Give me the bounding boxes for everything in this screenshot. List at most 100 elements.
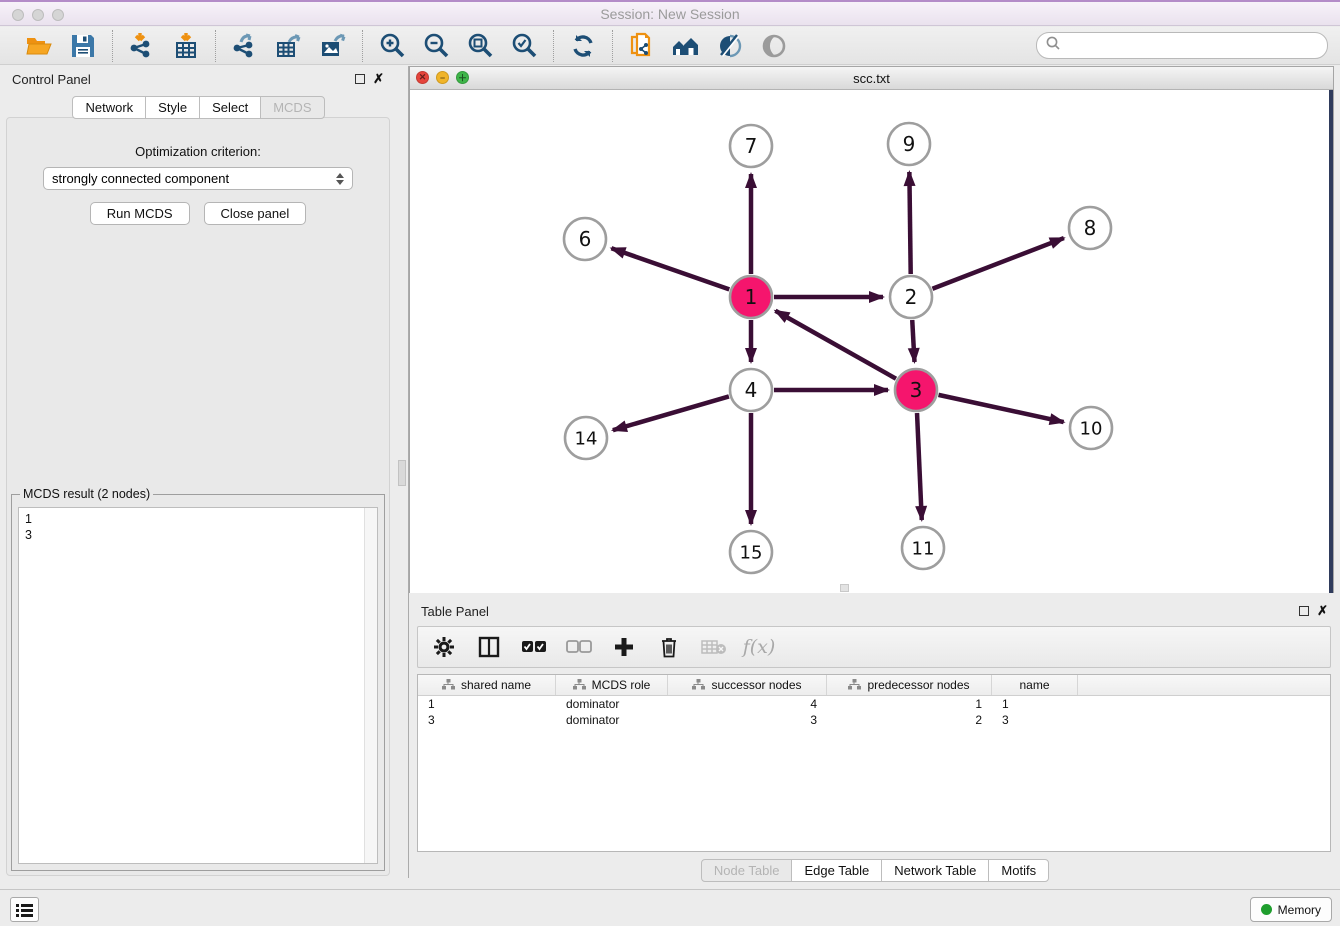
import-table-icon[interactable] (171, 31, 201, 61)
run-mcds-button[interactable]: Run MCDS (90, 202, 190, 225)
float-table-panel-icon[interactable] (1299, 606, 1309, 616)
network-canvas[interactable]: 7 9 6 8 1 2 4 3 14 10 15 11 (410, 90, 1333, 593)
node-7[interactable]: 7 (730, 125, 772, 167)
criterion-dropdown[interactable]: strongly connected component (43, 167, 353, 190)
network-overview-icon[interactable] (671, 31, 701, 61)
open-folder-icon[interactable] (24, 31, 54, 61)
tab-style[interactable]: Style (145, 96, 200, 119)
edge-3-10[interactable] (938, 395, 1063, 422)
node-3[interactable]: 3 (895, 369, 937, 411)
panel-splitter[interactable] (396, 66, 409, 878)
split-panel-icon[interactable] (475, 633, 503, 661)
edge-2-3[interactable] (912, 320, 914, 362)
table-panel: Table Panel ✗ f(x) share (409, 595, 1340, 888)
task-history-button[interactable] (10, 897, 39, 922)
resize-grip[interactable] (840, 584, 849, 592)
result-scrollbar[interactable] (364, 508, 377, 863)
tab-edge-table[interactable]: Edge Table (791, 859, 882, 882)
duplicate-network-icon[interactable] (627, 31, 657, 61)
splitter-grip[interactable] (398, 460, 406, 486)
memory-button[interactable]: Memory (1250, 897, 1332, 922)
cell-name[interactable]: 1 (992, 696, 1078, 712)
maximize-network-icon[interactable]: ＋ (456, 71, 469, 84)
edge-2-8[interactable] (932, 238, 1063, 289)
import-network-icon[interactable] (127, 31, 157, 61)
deselect-all-icon[interactable] (565, 633, 593, 661)
column-header-MCDS-role[interactable]: MCDS role (556, 675, 668, 695)
node-10[interactable]: 10 (1070, 407, 1112, 449)
gear-icon[interactable] (430, 633, 458, 661)
node-6[interactable]: 6 (564, 218, 606, 260)
eye-icon[interactable] (759, 31, 789, 61)
float-panel-icon[interactable] (355, 74, 365, 84)
tab-mcds[interactable]: MCDS (260, 96, 324, 119)
network-scrollbar[interactable] (1329, 90, 1333, 593)
hide-panel-icon[interactable] (715, 31, 745, 61)
column-type-icon (692, 679, 705, 691)
search-box[interactable] (1036, 32, 1328, 59)
function-builder-icon[interactable]: f(x) (745, 633, 773, 661)
node-1[interactable]: 1 (730, 276, 772, 318)
node-4[interactable]: 4 (730, 369, 772, 411)
cell-MCDS-role[interactable]: dominator (556, 712, 668, 728)
network-window-titlebar[interactable]: ✕ − ＋ scc.txt (410, 67, 1333, 90)
close-panel-icon[interactable]: ✗ (373, 74, 384, 84)
minimize-window-icon[interactable] (32, 9, 44, 21)
tab-motifs[interactable]: Motifs (988, 859, 1049, 882)
delete-icon[interactable] (655, 633, 683, 661)
save-icon[interactable] (68, 31, 98, 61)
tab-node-table[interactable]: Node Table (701, 859, 793, 882)
control-panel-header: Control Panel ✗ (0, 66, 396, 92)
node-2[interactable]: 2 (890, 276, 932, 318)
cell-MCDS-role[interactable]: dominator (556, 696, 668, 712)
tab-select[interactable]: Select (199, 96, 261, 119)
zoom-window-icon[interactable] (52, 9, 64, 21)
column-header-shared-name[interactable]: shared name (418, 675, 556, 695)
export-network-icon[interactable] (230, 31, 260, 61)
cell-predecessor-nodes[interactable]: 1 (827, 696, 992, 712)
cell-predecessor-nodes[interactable]: 2 (827, 712, 992, 728)
cell-successor-nodes[interactable]: 4 (668, 696, 827, 712)
select-all-icon[interactable] (520, 633, 548, 661)
node-14[interactable]: 14 (565, 417, 607, 459)
close-panel-button[interactable]: Close panel (204, 202, 307, 225)
network-graph[interactable]: 7 9 6 8 1 2 4 3 14 10 15 11 (410, 90, 1335, 593)
edge-2-9[interactable] (909, 172, 910, 274)
cell-shared-name[interactable]: 1 (418, 696, 556, 712)
edge-3-11[interactable] (917, 413, 922, 520)
add-column-icon[interactable] (610, 633, 638, 661)
table-row[interactable]: 3dominator323 (418, 712, 1330, 728)
cell-shared-name[interactable]: 3 (418, 712, 556, 728)
mcds-result-list[interactable]: 13 (18, 507, 378, 864)
close-window-icon[interactable] (12, 9, 24, 21)
refresh-icon[interactable] (568, 31, 598, 61)
close-table-panel-icon[interactable]: ✗ (1317, 606, 1328, 616)
zoom-in-icon[interactable] (377, 31, 407, 61)
zoom-out-icon[interactable] (421, 31, 451, 61)
cell-name[interactable]: 3 (992, 712, 1078, 728)
zoom-fit-icon[interactable] (465, 31, 495, 61)
tab-network[interactable]: Network (72, 96, 146, 119)
node-11[interactable]: 11 (902, 527, 944, 569)
window-controls[interactable] (12, 9, 64, 21)
column-header-name[interactable]: name (992, 675, 1078, 695)
node-table[interactable]: shared nameMCDS rolesuccessor nodesprede… (417, 674, 1331, 852)
node-9[interactable]: 9 (888, 123, 930, 165)
minimize-network-icon[interactable]: − (436, 71, 449, 84)
zoom-selected-icon[interactable] (509, 31, 539, 61)
node-8[interactable]: 8 (1069, 207, 1111, 249)
edge-3-1[interactable] (775, 311, 896, 379)
delete-table-icon[interactable] (700, 633, 728, 661)
tab-network-table[interactable]: Network Table (881, 859, 989, 882)
table-row[interactable]: 1dominator411 (418, 696, 1330, 712)
column-header-predecessor-nodes[interactable]: predecessor nodes (827, 675, 992, 695)
cell-successor-nodes[interactable]: 3 (668, 712, 827, 728)
node-15[interactable]: 15 (730, 531, 772, 573)
search-input[interactable] (1061, 38, 1327, 53)
edge-1-6[interactable] (611, 248, 729, 289)
edge-4-14[interactable] (613, 396, 729, 430)
close-network-icon[interactable]: ✕ (416, 71, 429, 84)
column-header-successor-nodes[interactable]: successor nodes (668, 675, 827, 695)
export-table-icon[interactable] (274, 31, 304, 61)
export-image-icon[interactable] (318, 31, 348, 61)
